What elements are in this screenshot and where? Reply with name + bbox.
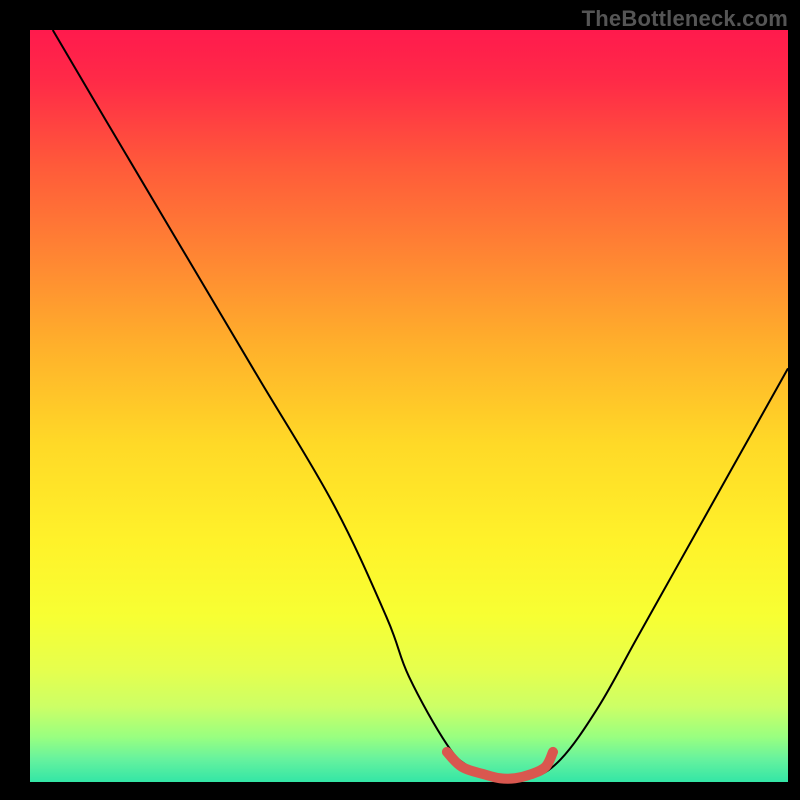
plot-gradient-bg	[30, 30, 788, 782]
watermark-text: TheBottleneck.com	[582, 6, 788, 32]
chart-container: TheBottleneck.com	[0, 0, 800, 800]
bottleneck-chart	[0, 0, 800, 800]
